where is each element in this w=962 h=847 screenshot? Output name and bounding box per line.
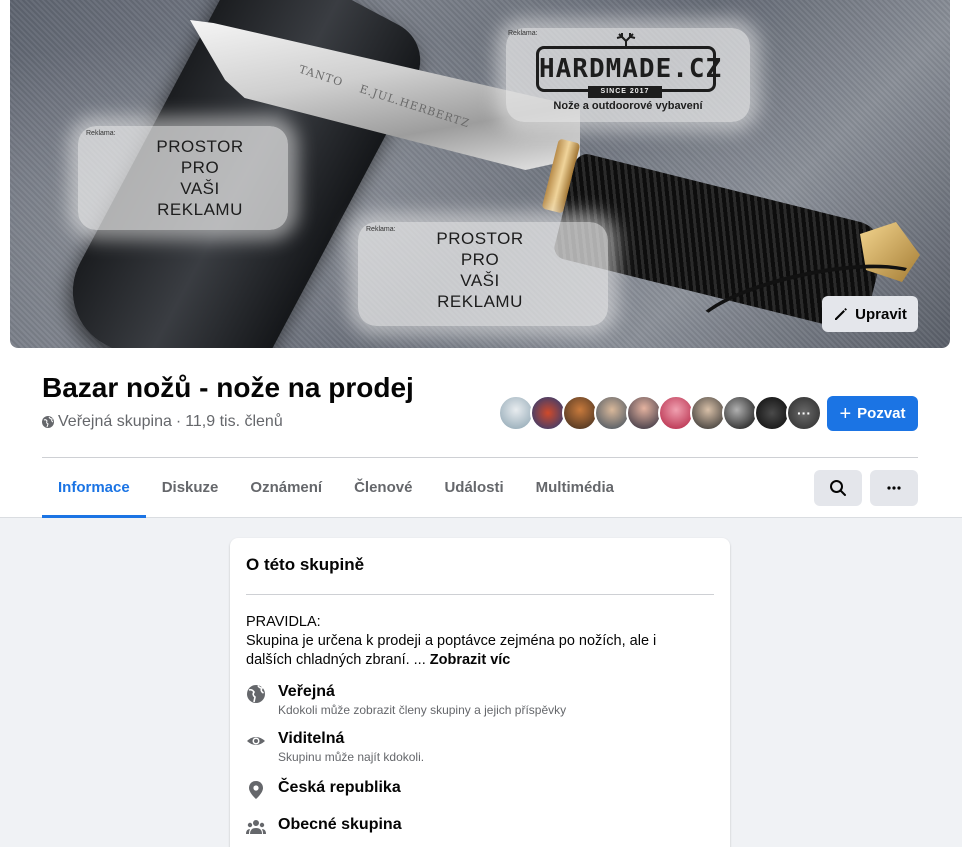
- info-row-visible: Viditelná Skupinu může najít kdokoli.: [246, 729, 424, 765]
- info-title: Veřejná: [278, 683, 335, 700]
- globe-icon: [246, 684, 266, 704]
- tab-diskuze[interactable]: Diskuze: [146, 458, 235, 518]
- tab-multimedia[interactable]: Multimédia: [520, 458, 630, 518]
- info-title: Obecné skupina: [278, 816, 402, 833]
- privacy-label[interactable]: Veřejná skupina: [58, 413, 172, 431]
- tab-oznameni[interactable]: Oznámení: [234, 458, 338, 518]
- more-members-avatar[interactable]: ···: [786, 395, 822, 431]
- group-icon: [246, 817, 266, 837]
- avatar[interactable]: [594, 395, 630, 431]
- logo-since-badge: SINCE 2017: [588, 86, 662, 98]
- avatar[interactable]: [562, 395, 598, 431]
- tab-udalosti[interactable]: Události: [428, 458, 519, 518]
- tab-clenove[interactable]: Členové: [338, 458, 428, 518]
- info-row-category: Obecné skupina: [246, 815, 402, 837]
- info-title[interactable]: Česká republika: [278, 778, 401, 798]
- avatar[interactable]: [498, 395, 534, 431]
- location-pin-icon: [246, 780, 266, 800]
- info-subtitle: Kdokoli může zobrazit členy skupiny a je…: [278, 703, 567, 717]
- ad-space-left: Reklama: PROSTOR PRO VAŠI REKLAMU: [78, 126, 288, 230]
- info-subtitle: Skupinu může najít kdokoli.: [278, 750, 425, 764]
- ad-label: Reklama:: [366, 226, 396, 233]
- globe-icon: [42, 416, 54, 428]
- edit-cover-label: Upravit: [855, 305, 907, 323]
- tab-informace[interactable]: Informace: [42, 458, 146, 518]
- show-more-link[interactable]: Zobrazit víc: [430, 652, 511, 668]
- avatar[interactable]: [658, 395, 694, 431]
- group-rules: PRAVIDLA: Skupina je určena k prodeji a …: [246, 613, 706, 670]
- group-meta: Veřejná skupina · 11,9 tis. členů: [42, 413, 283, 431]
- cover-photo: TANTO E.JUL.HERBERTZ Reklama: HARDMADE.C…: [10, 0, 950, 348]
- avatar[interactable]: [626, 395, 662, 431]
- about-title: O této skupině: [246, 555, 365, 574]
- invite-label: Pozvat: [857, 405, 906, 422]
- ad-space-text: PROSTOR PRO VAŠI REKLAMU: [156, 137, 244, 219]
- edit-cover-button[interactable]: Upravit: [822, 296, 918, 332]
- invite-button[interactable]: + Pozvat: [827, 396, 918, 431]
- ad-space-text: PROSTOR PRO VAŠI REKLAMU: [436, 229, 524, 311]
- info-row-public: Veřejná Kdokoli může zobrazit členy skup…: [246, 682, 566, 718]
- plus-icon: +: [839, 402, 852, 425]
- pencil-icon: [835, 308, 848, 320]
- more-options-button[interactable]: [870, 470, 918, 506]
- ad-label: Reklama:: [86, 130, 116, 137]
- ad-label: Reklama:: [508, 30, 538, 37]
- avatar[interactable]: [722, 395, 758, 431]
- group-title[interactable]: Bazar nožů - nože na prodej: [42, 372, 414, 404]
- ad-space-center: Reklama: PROSTOR PRO VAŠI REKLAMU: [358, 222, 608, 326]
- sponsor-logo-ad: Reklama: HARDMADE.CZ SINCE 2017 Nože a o…: [506, 28, 750, 122]
- info-title: Viditelná: [278, 730, 345, 747]
- info-row-location: Česká republika: [246, 778, 401, 800]
- member-avatars[interactable]: ···: [498, 395, 822, 431]
- more-dots-icon: [887, 486, 901, 490]
- meta-separator: ·: [175, 413, 182, 430]
- card-divider: [246, 594, 714, 595]
- rules-heading: PRAVIDLA:: [246, 614, 321, 630]
- eye-icon: [246, 731, 266, 751]
- avatar[interactable]: [754, 395, 790, 431]
- member-count[interactable]: 11,9 tis. členů: [185, 413, 283, 431]
- search-icon: [830, 480, 846, 496]
- search-button[interactable]: [814, 470, 862, 506]
- avatar[interactable]: [530, 395, 566, 431]
- avatar[interactable]: [690, 395, 726, 431]
- about-group-card: O této skupině PRAVIDLA: Skupina je urče…: [230, 538, 730, 847]
- group-tabs: Informace Diskuze Oznámení Členové Událo…: [42, 458, 630, 518]
- logo-tagline: Nože a outdoorové vybavení: [553, 100, 703, 112]
